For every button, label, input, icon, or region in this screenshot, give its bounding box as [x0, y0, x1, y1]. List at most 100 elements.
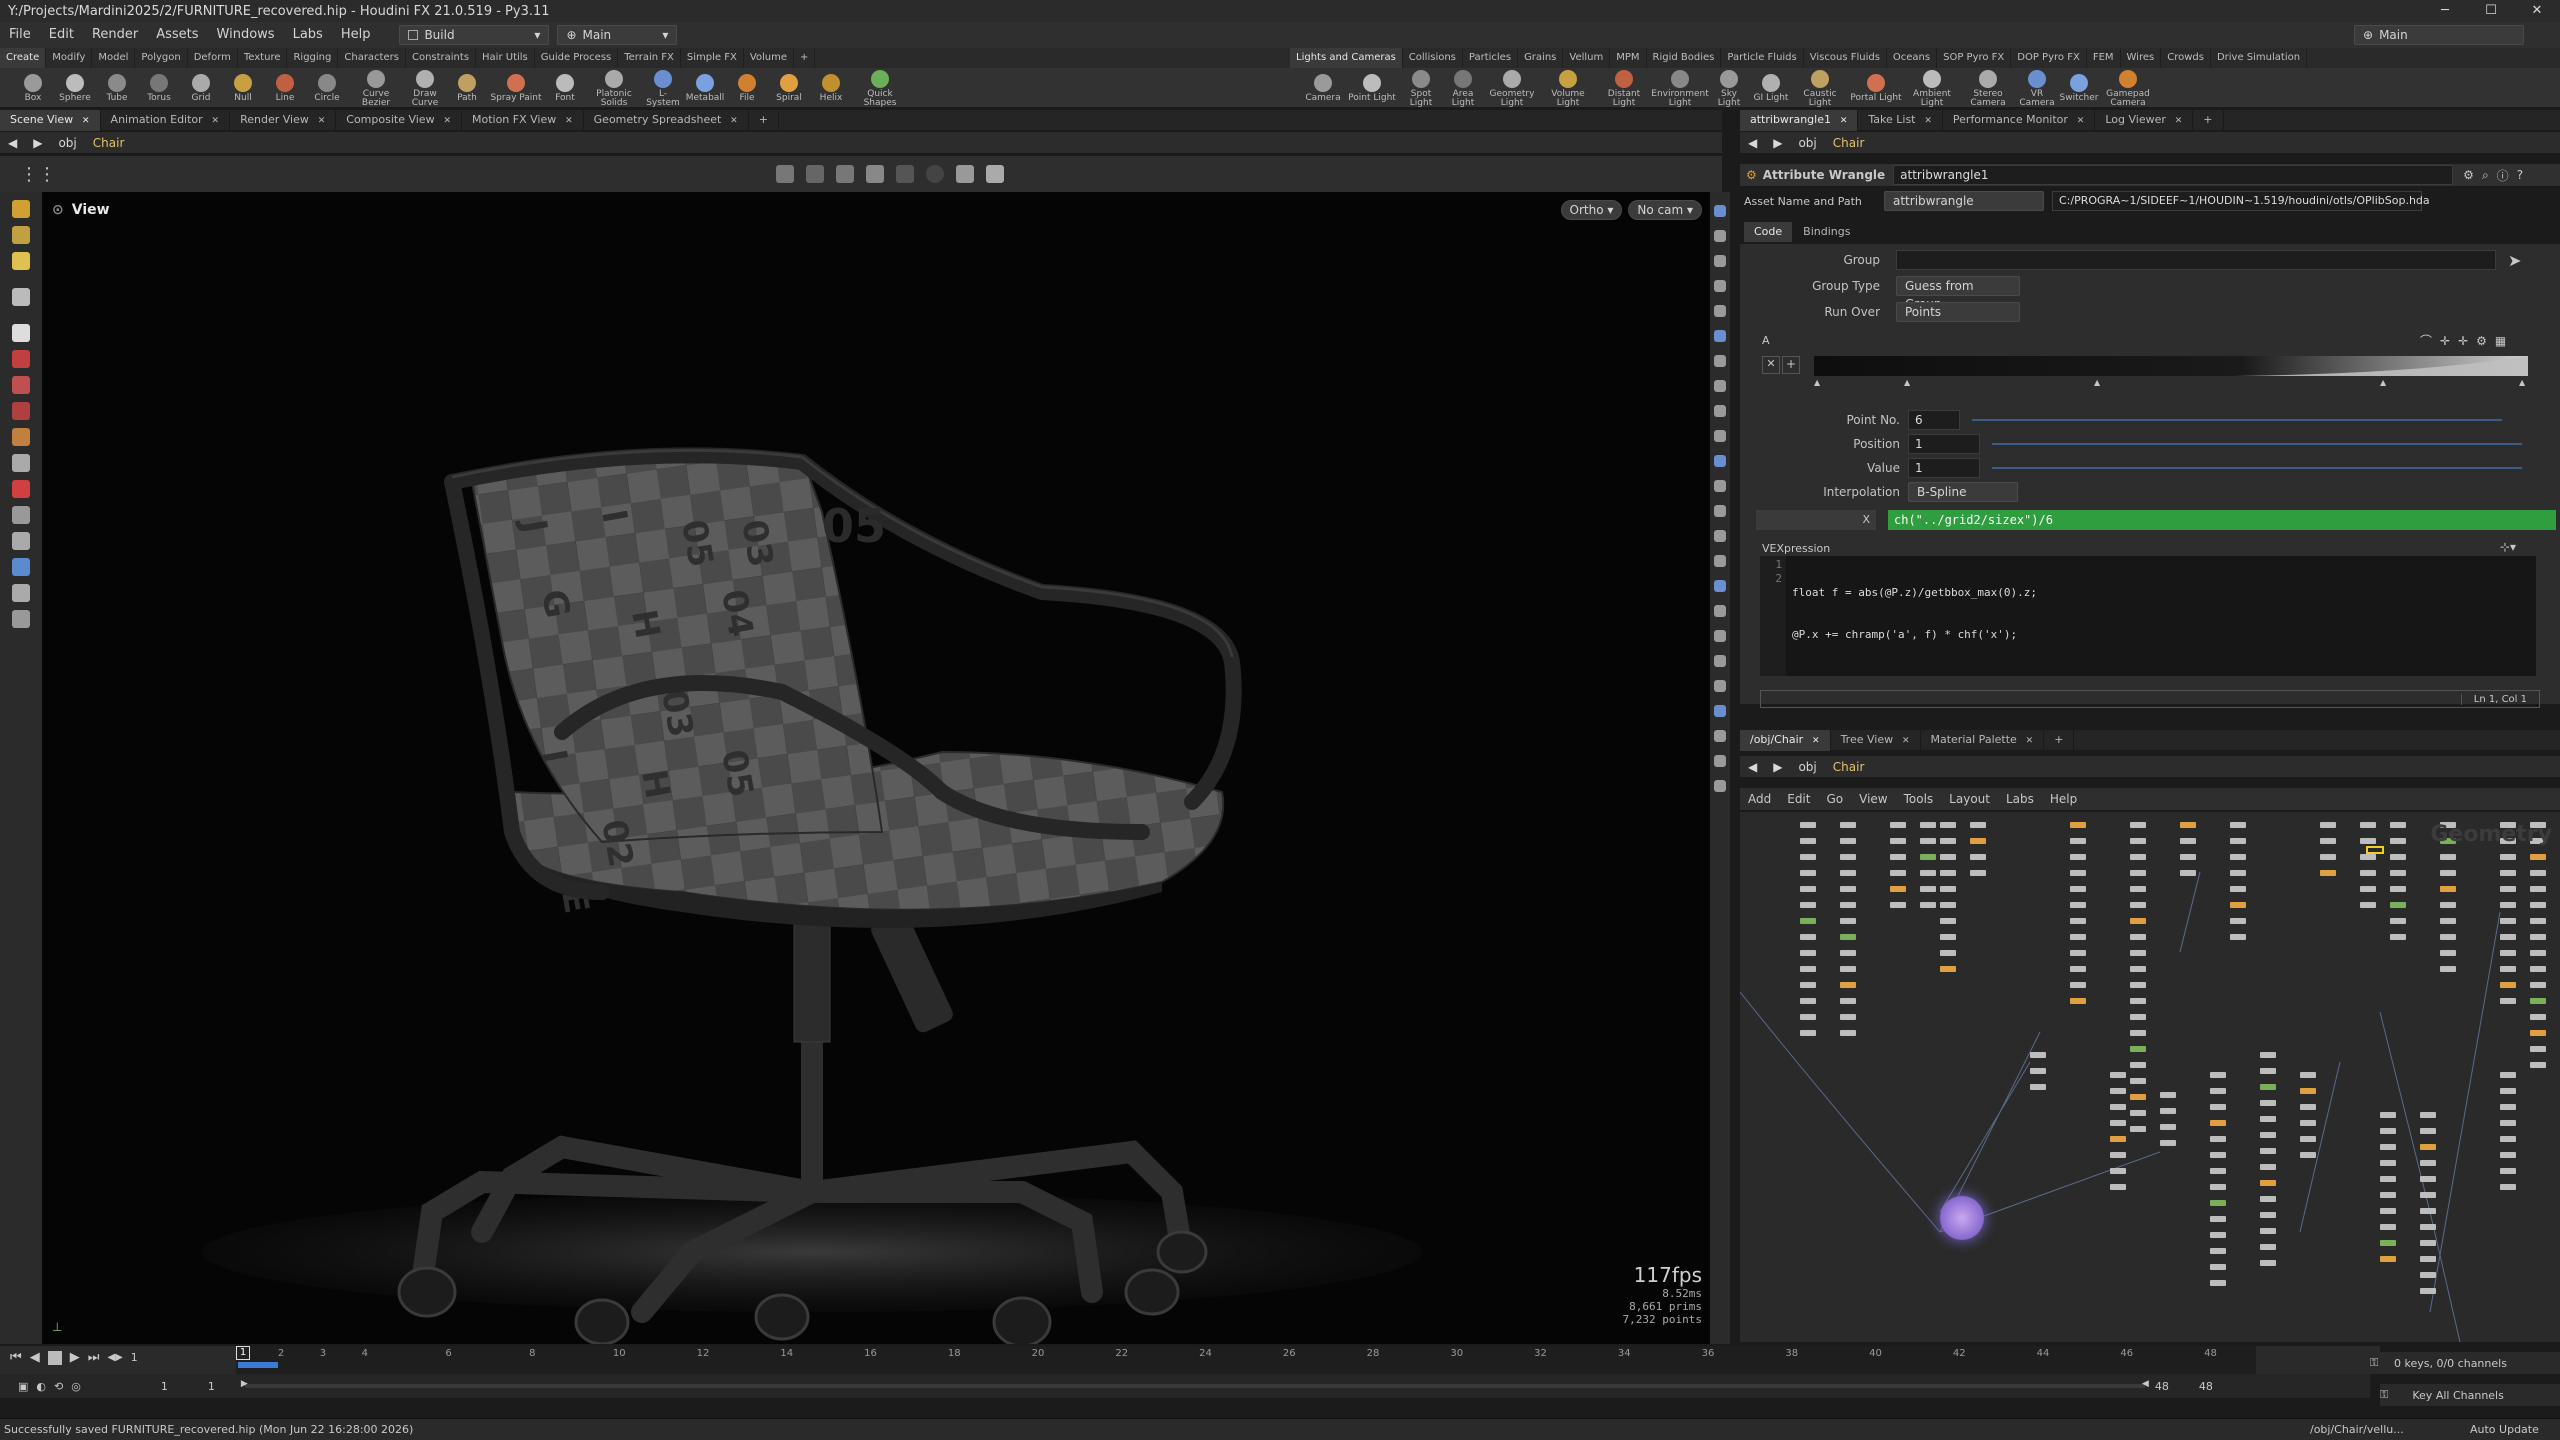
network-node[interactable] — [2500, 950, 2516, 956]
ramp-key-1[interactable]: ▲ — [1904, 378, 1910, 387]
network-node[interactable] — [2390, 918, 2406, 924]
shelf-tab-wires[interactable]: Wires — [2121, 48, 2162, 68]
path-chair[interactable]: Chair — [85, 132, 133, 154]
shelf-tab-simple-fx[interactable]: Simple FX — [681, 48, 744, 68]
network-node[interactable] — [1800, 918, 1816, 924]
network-node[interactable] — [1800, 950, 1816, 956]
orbit-icon[interactable] — [12, 558, 30, 576]
network-node[interactable] — [2360, 854, 2376, 860]
network-node[interactable] — [2420, 1256, 2436, 1262]
scale-tool-icon[interactable] — [12, 402, 30, 420]
network-node[interactable] — [1800, 998, 1816, 1004]
forward-arrow-icon[interactable]: ▶ — [1765, 756, 1790, 778]
network-node[interactable] — [2440, 854, 2456, 860]
menu-file[interactable]: File — [0, 22, 40, 48]
network-node[interactable] — [1940, 950, 1956, 956]
network-node[interactable] — [2070, 950, 2086, 956]
network-node[interactable] — [2230, 886, 2246, 892]
range-slider-right-handle[interactable]: ◀ — [2142, 1379, 2149, 1389]
display-option-0-icon[interactable] — [1714, 205, 1726, 217]
scene-tab-3[interactable]: Composite View ✕ — [336, 109, 462, 131]
shelf-tool-grid[interactable]: Grid — [182, 72, 220, 103]
audio-icon[interactable]: ◐ — [36, 1380, 46, 1393]
select-prims-icon[interactable] — [896, 165, 914, 183]
network-node[interactable] — [2320, 838, 2336, 844]
display-options-icon[interactable] — [986, 165, 1004, 183]
network-node[interactable] — [1840, 934, 1856, 940]
network-node[interactable] — [2500, 934, 2516, 940]
network-node[interactable] — [2380, 1240, 2396, 1246]
network-node[interactable] — [2530, 1046, 2546, 1052]
network-node[interactable] — [2530, 950, 2546, 956]
network-node[interactable] — [2300, 1136, 2316, 1142]
network-node[interactable] — [2300, 1104, 2316, 1110]
network-node[interactable] — [2160, 1108, 2176, 1114]
shelf-tool-torus[interactable]: Torus — [140, 72, 178, 103]
network-node[interactable] — [2380, 1208, 2396, 1214]
shelf-tool-platonic-solids[interactable]: Platonic Solids — [588, 68, 640, 108]
network-node[interactable] — [2230, 822, 2246, 828]
network-node[interactable] — [1800, 822, 1816, 828]
timeline-ruler[interactable]: 1234681012141618202224262830323436384042… — [236, 1346, 2256, 1374]
network-node[interactable] — [1840, 902, 1856, 908]
network-node[interactable] — [2260, 1100, 2276, 1106]
network-node[interactable] — [1840, 918, 1856, 924]
point-no-field[interactable]: 6 — [1908, 410, 1960, 430]
shelf-tool-curve-bezier[interactable]: Curve Bezier — [350, 68, 402, 108]
network-node[interactable] — [2380, 1144, 2396, 1150]
network-node[interactable] — [1840, 870, 1856, 876]
network-node[interactable] — [2130, 918, 2146, 924]
network-node[interactable] — [1840, 982, 1856, 988]
add-tab-icon[interactable]: + — [2044, 730, 2075, 750]
menu-help[interactable]: Help — [332, 22, 380, 48]
current-frame-field[interactable]: 1 — [131, 1351, 138, 1364]
network-node[interactable] — [2110, 1136, 2126, 1142]
search-icon[interactable]: ⌕ — [2482, 168, 2489, 183]
param-tab-3[interactable]: Log Viewer ✕ — [2095, 109, 2194, 131]
shelf-tab-fem[interactable]: FEM — [2087, 48, 2121, 68]
scene-tab-5[interactable]: Geometry Spreadsheet ✕ — [584, 109, 749, 131]
shelf-tab-hair-utils[interactable]: Hair Utils — [476, 48, 535, 68]
vex-menu-icon[interactable]: ⊹▾ — [2500, 540, 2516, 554]
first-frame-icon[interactable]: ⏮ — [10, 1350, 22, 1365]
range-start2-field[interactable]: 1 — [208, 1380, 215, 1393]
network-node[interactable] — [2440, 950, 2456, 956]
network-node[interactable] — [2070, 854, 2086, 860]
camera-menu[interactable]: No cam ▾ — [1628, 200, 1702, 220]
select-points-icon[interactable] — [836, 165, 854, 183]
network-node[interactable] — [2260, 1068, 2276, 1074]
network-node[interactable] — [2500, 1104, 2516, 1110]
network-node[interactable] — [2500, 870, 2516, 876]
network-node[interactable] — [2160, 1124, 2176, 1130]
stop-icon[interactable] — [926, 165, 944, 183]
network-node[interactable] — [2070, 982, 2086, 988]
display-option-21-icon[interactable] — [1714, 730, 1726, 742]
network-node[interactable] — [2110, 1152, 2126, 1158]
ramp-curve-icon[interactable]: ⌒ — [2420, 332, 2432, 349]
add-shelf-tab-icon[interactable]: + — [794, 48, 816, 68]
network-node[interactable] — [1800, 870, 1816, 876]
network-node[interactable] — [2530, 1030, 2546, 1036]
shelf-tab-terrain-fx[interactable]: Terrain FX — [618, 48, 681, 68]
path-chair[interactable]: Chair — [1825, 756, 1873, 778]
menu-edit[interactable]: Edit — [40, 22, 83, 48]
shelf-tool-file[interactable]: File — [728, 72, 766, 103]
network-node[interactable] — [1940, 966, 1956, 972]
network-node[interactable] — [2300, 1072, 2316, 1078]
network-node[interactable] — [2130, 1078, 2146, 1084]
network-node[interactable] — [2260, 1180, 2276, 1186]
network-node[interactable] — [1920, 870, 1936, 876]
shelf-tab-constraints[interactable]: Constraints — [406, 48, 477, 68]
shelf-tool-quick-shapes[interactable]: Quick Shapes — [854, 68, 906, 108]
range-slider-left-handle[interactable]: ▶ — [241, 1379, 248, 1389]
realtime-icon[interactable]: ◎ — [71, 1380, 81, 1393]
3d-viewport[interactable]: J I 05 G H 04 03 J I H 05 02 03 E 05 ⊙ View Ortho ▾ No… — [42, 192, 1710, 1344]
network-node[interactable] — [1920, 838, 1936, 844]
network-node[interactable] — [2530, 998, 2546, 1004]
network-node[interactable] — [2320, 822, 2336, 828]
network-node[interactable] — [2180, 838, 2196, 844]
network-node[interactable] — [1920, 886, 1936, 892]
network-node[interactable] — [2210, 1168, 2226, 1174]
network-node[interactable] — [2420, 1240, 2436, 1246]
network-node[interactable] — [1800, 966, 1816, 972]
